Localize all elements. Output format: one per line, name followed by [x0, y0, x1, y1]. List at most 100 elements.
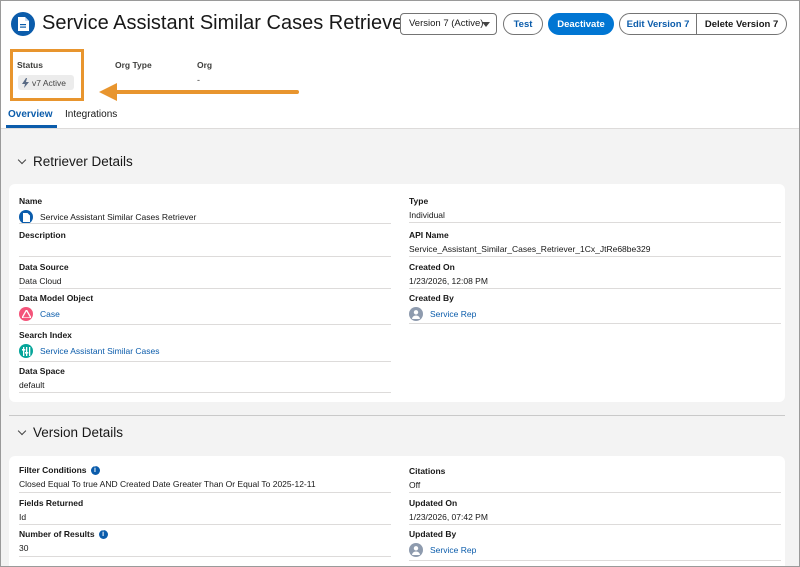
version-select-value: Version 7 (Active): [409, 18, 484, 29]
version-select[interactable]: Version 7 (Active): [400, 13, 497, 35]
updated-by-value: Service Rep: [430, 545, 477, 555]
field-divider: [409, 492, 781, 493]
type-label: Type: [409, 196, 429, 206]
info-icon[interactable]: i: [98, 530, 108, 540]
field-divider: [19, 256, 391, 257]
tab-overview[interactable]: Overview: [8, 109, 52, 120]
filter-conditions-label-row: Filter Conditions i: [19, 465, 316, 476]
status-badge: v7 Active: [18, 75, 74, 90]
field-divider: [19, 524, 391, 525]
updated-by-link[interactable]: Service Rep: [409, 543, 476, 557]
data-space-field: Data Space default: [19, 366, 65, 390]
type-field: Type Individual: [409, 196, 445, 220]
status-label: Status: [17, 60, 43, 70]
field-divider: [19, 392, 391, 393]
data-source-value: Data Cloud: [19, 276, 62, 286]
fields-returned-label: Fields Returned: [19, 498, 84, 508]
field-divider: [409, 288, 781, 289]
filter-conditions-value: Closed Equal To true AND Created Date Gr…: [19, 479, 316, 490]
org-label: Org: [197, 60, 213, 70]
version-actions-group: Edit Version 7 Delete Version 7: [619, 13, 787, 35]
created-on-field: Created On 1/23/2026, 12:08 PM: [409, 262, 488, 286]
field-divider: [409, 256, 781, 257]
tab-integrations[interactable]: Integrations: [65, 109, 117, 120]
updated-on-field: Updated On 1/23/2026, 07:42 PM: [409, 498, 488, 522]
page-title: Service Assistant Similar Cases Retrieve…: [42, 12, 410, 34]
info-icon[interactable]: i: [90, 466, 100, 476]
dmo-field: Data Model Object Case: [19, 293, 93, 321]
search-index-link[interactable]: Service Assistant Similar Cases: [19, 344, 160, 358]
citations-field: Citations Off: [409, 466, 445, 490]
retriever-details-title: Retriever Details: [33, 154, 133, 169]
fields-returned-field: Fields Returned Id: [19, 498, 83, 522]
api-name-value: Service_Assistant_Similar_Cases_Retrieve…: [409, 244, 651, 254]
name-field: Name Service Assistant Similar Cases Ret…: [19, 196, 196, 224]
search-index-label: Search Index: [19, 330, 72, 340]
test-button[interactable]: Test: [503, 13, 543, 35]
api-name-field: API Name Service_Assistant_Similar_Cases…: [409, 230, 650, 254]
dmo-label: Data Model Object: [19, 293, 94, 303]
description-field: Description: [19, 230, 66, 244]
status-badge-label: v7 Active: [32, 77, 67, 88]
field-divider: [19, 288, 391, 289]
dmo-link[interactable]: Case: [19, 307, 93, 321]
retriever-details-header[interactable]: Retriever Details: [17, 154, 133, 169]
user-avatar-icon: [409, 307, 423, 321]
field-divider: [19, 556, 391, 557]
chevron-down-icon: [17, 426, 27, 435]
version-details-header[interactable]: Version Details: [17, 425, 124, 440]
field-divider: [409, 323, 781, 324]
document-icon: [19, 210, 33, 224]
created-by-field: Created By Service Rep: [409, 293, 476, 321]
updated-on-value: 1/23/2026, 07:42 PM: [409, 512, 488, 522]
created-by-label: Created By: [409, 293, 454, 303]
annotation-arrow: [99, 83, 299, 101]
data-source-label: Data Source: [19, 262, 69, 272]
deactivate-button[interactable]: Deactivate: [548, 13, 614, 35]
user-avatar-icon: [409, 543, 423, 557]
field-divider: [409, 222, 781, 223]
field-divider: [19, 324, 391, 325]
data-source-field: Data Source Data Cloud: [19, 262, 69, 286]
number-of-results-field: Number of Results i 30: [19, 529, 108, 553]
section-divider: [9, 415, 785, 416]
created-on-label: Created On: [409, 262, 455, 272]
created-by-value: Service Rep: [430, 309, 477, 319]
page-header: Service Assistant Similar Cases Retrieve…: [1, 1, 799, 129]
name-value: Service Assistant Similar Cases Retrieve…: [40, 212, 197, 222]
filter-conditions-label: Filter Conditions: [19, 465, 87, 475]
chevron-down-icon: [482, 22, 490, 27]
edit-version-button[interactable]: Edit Version 7: [620, 14, 698, 34]
bolt-icon: [22, 77, 29, 88]
field-divider: [409, 560, 781, 561]
app-window: Service Assistant Similar Cases Retrieve…: [0, 0, 800, 567]
number-of-results-value: 30: [19, 543, 29, 554]
number-of-results-label: Number of Results: [19, 529, 95, 539]
data-space-value: default: [19, 380, 45, 390]
fields-returned-value: Id: [19, 512, 27, 522]
data-space-label: Data Space: [19, 366, 65, 376]
search-index-value: Service Assistant Similar Cases: [40, 346, 160, 356]
field-divider: [19, 223, 391, 224]
api-name-label: API Name: [409, 230, 449, 240]
case-icon: [19, 307, 33, 321]
filter-conditions-field: Filter Conditions i Closed Equal To true …: [19, 465, 316, 489]
search-index-icon: [19, 344, 33, 358]
field-divider: [19, 492, 391, 493]
field-divider: [19, 361, 391, 362]
active-tab-indicator: [6, 125, 57, 128]
citations-value: Off: [409, 480, 421, 490]
version-details-title: Version Details: [33, 425, 124, 440]
type-value: Individual: [409, 210, 445, 220]
search-index-field: Search Index Service Assistant Similar C…: [19, 330, 160, 358]
field-divider: [409, 524, 781, 525]
chevron-down-icon: [17, 155, 27, 164]
document-icon: [11, 12, 35, 36]
updated-by-label: Updated By: [409, 529, 457, 539]
created-by-link[interactable]: Service Rep: [409, 307, 476, 321]
delete-version-button[interactable]: Delete Version 7: [697, 14, 786, 34]
name-value-row: Service Assistant Similar Cases Retrieve…: [19, 210, 196, 224]
description-label: Description: [19, 230, 66, 240]
name-label: Name: [19, 196, 43, 206]
number-of-results-label-row: Number of Results i: [19, 529, 108, 540]
